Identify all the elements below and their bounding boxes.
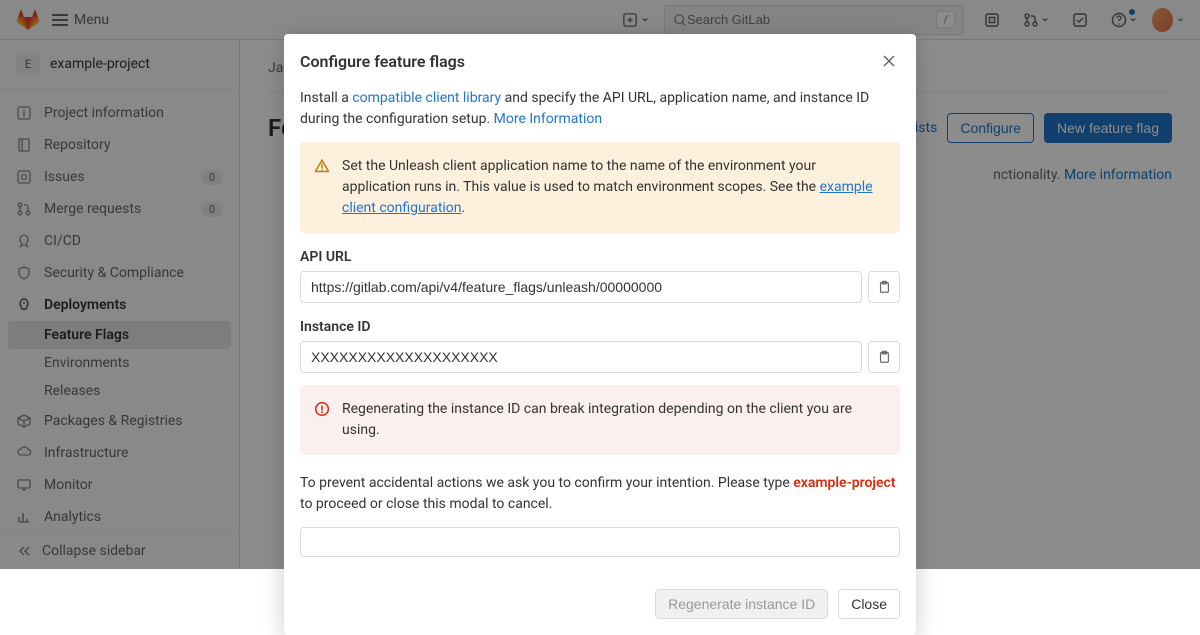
confirm-instructions: To prevent accidental actions we ask you… [300,473,900,515]
instance-id-input[interactable] [300,341,862,373]
error-icon [314,401,330,417]
confirm-input[interactable] [300,527,900,557]
close-icon[interactable] [878,50,900,72]
instance-id-label: Instance ID [300,319,900,335]
modal-overlay[interactable]: Configure feature flags Install a compat… [0,0,1200,569]
modal-intro: Install a compatible client library and … [300,88,900,130]
clipboard-icon [877,350,891,364]
warning-alert: Set the Unleash client application name … [300,142,900,233]
more-information-link[interactable]: More Information [494,111,602,127]
api-url-label: API URL [300,249,900,265]
copy-instance-id-button[interactable] [868,341,900,373]
api-url-input[interactable] [300,271,862,303]
danger-alert: Regenerating the instance ID can break i… [300,385,900,455]
configure-feature-flags-modal: Configure feature flags Install a compat… [284,34,916,635]
compatible-client-library-link[interactable]: compatible client library [352,90,501,106]
close-button[interactable]: Close [838,589,900,619]
warning-icon [314,158,330,174]
confirm-project-name: example-project [793,475,895,491]
modal-title: Configure feature flags [300,52,465,71]
copy-api-url-button[interactable] [868,271,900,303]
regenerate-instance-id-button[interactable]: Regenerate instance ID [655,589,828,619]
clipboard-icon [877,280,891,294]
